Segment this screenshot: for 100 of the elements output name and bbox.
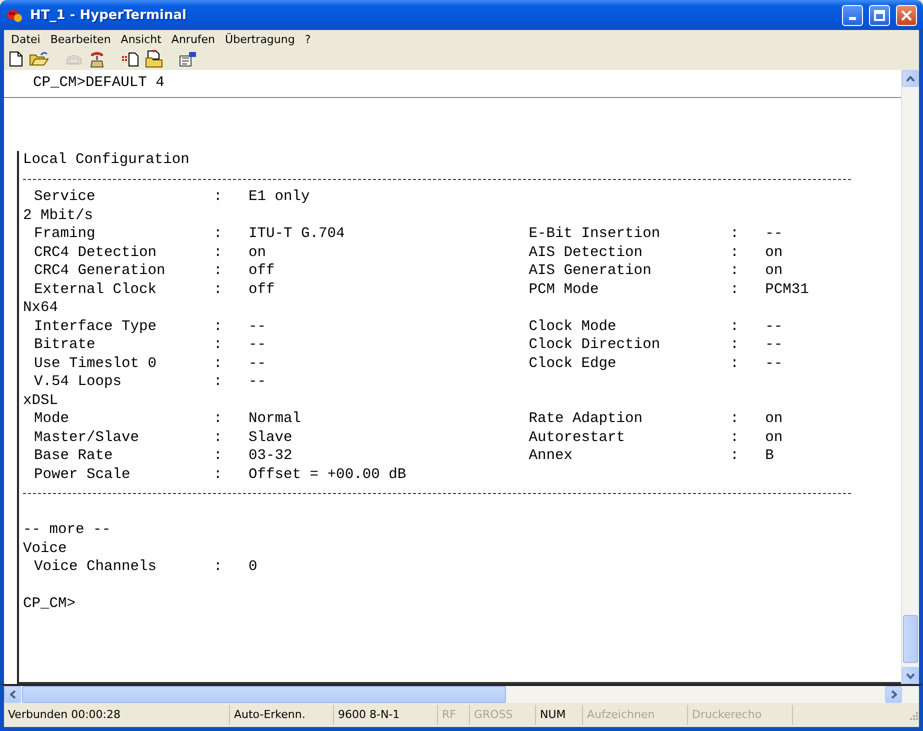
setting-label: AIS Generation xyxy=(528,262,652,280)
separator: : xyxy=(213,428,224,447)
separator: : xyxy=(213,318,224,336)
setting-value: B xyxy=(765,447,775,466)
section-title: 2 Mbit/s xyxy=(23,208,94,224)
minimize-button[interactable] xyxy=(842,4,863,26)
section-title: Voice xyxy=(23,540,67,556)
setting-label: Power Scale xyxy=(34,466,132,484)
setting-value: on xyxy=(765,410,784,428)
setting-value: Slave xyxy=(248,428,294,447)
setting-value: off xyxy=(248,280,276,299)
menu-item[interactable]: Datei xyxy=(6,32,46,46)
setting-value: -- xyxy=(248,354,267,373)
setting-label: Mode xyxy=(34,410,70,428)
separator: : xyxy=(213,447,224,466)
receive-button[interactable] xyxy=(143,49,165,69)
status-field: RF xyxy=(438,705,470,725)
app-icon xyxy=(6,7,24,23)
setting-label: External Clock xyxy=(34,280,158,299)
setting-value: -- xyxy=(765,225,784,244)
setting-value: on xyxy=(248,244,267,262)
menu-item[interactable]: Ansicht xyxy=(116,32,166,46)
close-icon xyxy=(901,10,912,20)
setting-label: Annex xyxy=(528,447,574,466)
command-prompt: CP_CM> xyxy=(23,596,76,612)
setting-label: Rate Adaption xyxy=(528,410,644,428)
setting-value: on xyxy=(765,262,784,280)
status-field: Aufzeichnen xyxy=(583,705,688,725)
setting-value: Offset = +00.00 dB xyxy=(248,466,408,484)
window-title: HT_1 - HyperTerminal xyxy=(30,8,188,22)
folder-icon xyxy=(29,51,49,67)
setting-value: -- xyxy=(765,354,784,373)
horizontal-scrollbar[interactable] xyxy=(4,686,902,703)
setting-value: 03-32 xyxy=(248,447,294,466)
setting-label: E-Bit Insertion xyxy=(528,225,662,244)
resize-grip-icon xyxy=(908,710,919,720)
setting-label: Master/Slave xyxy=(34,428,140,447)
menu-item[interactable]: Bearbeiten xyxy=(45,32,116,46)
separator: : xyxy=(213,354,224,373)
separator: : xyxy=(213,262,224,280)
setting-label: Clock Edge xyxy=(528,354,618,373)
separator: : xyxy=(730,318,740,336)
separator: : xyxy=(213,558,224,576)
setting-label: Clock Mode xyxy=(528,318,618,336)
setting-value: -- xyxy=(248,318,267,336)
setting-value: on xyxy=(765,244,784,262)
setting-label: CRC4 Generation xyxy=(34,262,166,280)
setting-label: Bitrate xyxy=(34,336,96,354)
separator: : xyxy=(730,280,740,299)
separator: : xyxy=(730,354,740,373)
menu-item[interactable]: Anrufen xyxy=(166,32,220,46)
maximize-button[interactable] xyxy=(869,4,890,26)
setting-value: E1 only xyxy=(248,188,311,206)
folder-icon xyxy=(145,50,163,68)
setting-label: Base Rate xyxy=(34,447,114,466)
minimize-icon xyxy=(849,16,856,20)
separator: : xyxy=(730,244,740,262)
config-heading: Local Configuration xyxy=(23,152,190,168)
setting-label: Use Timeslot 0 xyxy=(34,354,158,373)
separator: : xyxy=(730,262,740,280)
section-title: xDSL xyxy=(23,392,58,408)
setting-value: 0 xyxy=(248,558,258,576)
separator: : xyxy=(213,244,224,262)
setting-value: -- xyxy=(765,318,784,336)
separator: : xyxy=(213,410,224,428)
close-button[interactable] xyxy=(896,4,917,26)
maximize-icon xyxy=(874,10,885,20)
scrollbar-thumb[interactable] xyxy=(22,686,506,703)
setting-label: Autorestart xyxy=(528,428,626,447)
setting-label: V.54 Loops xyxy=(34,373,123,392)
setting-label: CRC4 Detection xyxy=(34,244,158,262)
separator: : xyxy=(730,410,740,428)
status-field: GROSS xyxy=(470,705,536,725)
new-button[interactable] xyxy=(7,49,25,69)
setting-value: Normal xyxy=(248,410,302,428)
setting-label: Clock Direction xyxy=(528,336,662,354)
separator: : xyxy=(213,373,224,392)
setting-value: -- xyxy=(248,336,267,354)
menu-item[interactable]: Übertragung xyxy=(220,32,300,46)
status-field: NUM xyxy=(536,705,583,725)
separator: : xyxy=(730,225,740,244)
setting-value: off xyxy=(248,262,276,280)
properties-button[interactable] xyxy=(177,49,199,69)
blank-page-icon xyxy=(9,51,23,67)
menu-item[interactable]: ? xyxy=(300,32,316,46)
setting-label: Service xyxy=(34,188,96,206)
command-line: CP_CM>DEFAULT 4 xyxy=(33,75,164,91)
setting-value: on xyxy=(765,428,784,447)
setting-value: -- xyxy=(765,336,784,354)
separator: : xyxy=(213,225,224,244)
separator: : xyxy=(213,280,224,299)
vertical-scrollbar[interactable] xyxy=(901,70,919,684)
separator: : xyxy=(730,336,740,354)
setting-value: -- xyxy=(248,373,267,392)
separator: : xyxy=(213,466,224,484)
scrollbar-thumb[interactable] xyxy=(903,615,918,663)
document-icon xyxy=(179,51,197,67)
more-prompt: -- more -- xyxy=(23,522,111,538)
page-icon xyxy=(121,51,139,67)
setting-value: PCM31 xyxy=(765,280,810,299)
